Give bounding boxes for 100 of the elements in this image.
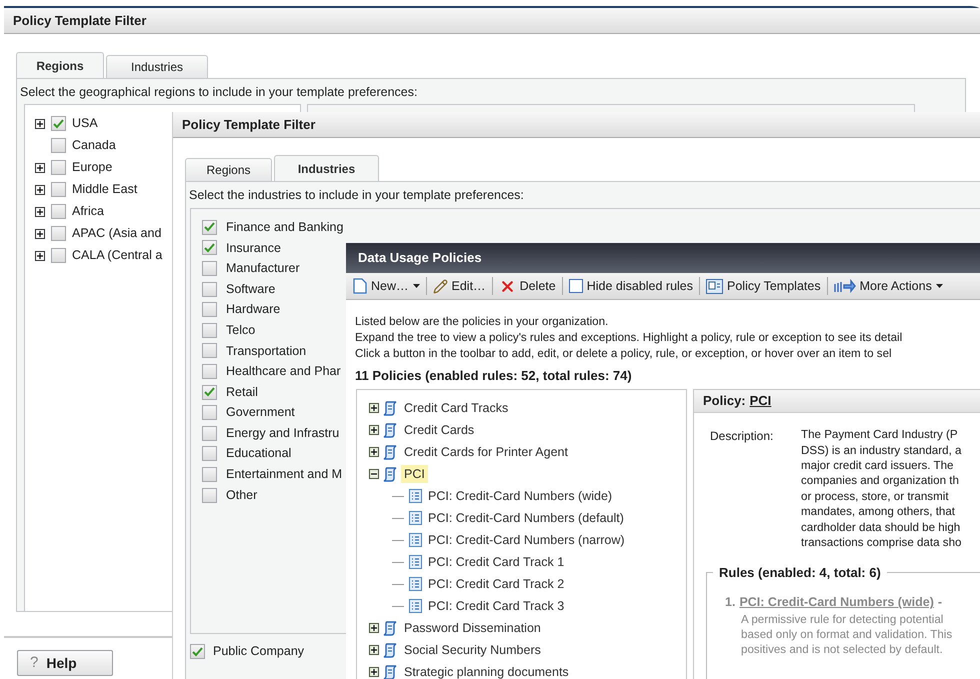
- description-text: The Payment Card Industry (P: [801, 427, 959, 443]
- rule-item[interactable]: PCI: Credit Card Track 1: [427, 552, 566, 572]
- expand-icon[interactable]: [369, 667, 379, 677]
- checkbox[interactable]: [51, 248, 66, 264]
- scroll-icon: [382, 466, 398, 482]
- checkbox[interactable]: [202, 302, 217, 318]
- policy-item[interactable]: Social Security Numbers: [401, 640, 544, 660]
- description-text: transactions comprise data sho: [801, 535, 962, 550]
- checkbox[interactable]: [51, 204, 66, 220]
- checkbox[interactable]: [202, 240, 217, 256]
- checkbox[interactable]: [202, 466, 217, 482]
- checkbox[interactable]: [202, 282, 217, 297]
- region-label: APAC (Asia and: [72, 225, 162, 242]
- policy-item[interactable]: Credit Card Tracks: [401, 398, 512, 418]
- panel-title: Policy:: [703, 392, 746, 410]
- rule-item[interactable]: PCI: Credit-Card Numbers (wide): [427, 486, 614, 506]
- rule-separator: -: [938, 594, 942, 612]
- description-text: companies and organization th: [801, 473, 960, 489]
- menu-button[interactable]: More Actions: [832, 276, 945, 296]
- region-label: CALA (Central a: [72, 247, 162, 264]
- expand-icon[interactable]: [369, 425, 379, 435]
- checkbox[interactable]: [202, 426, 217, 441]
- expand-icon[interactable]: [35, 118, 45, 129]
- window-title: Policy Template Filter: [13, 12, 146, 30]
- checkbox[interactable]: [202, 446, 217, 462]
- industry-label: Telco: [226, 322, 256, 339]
- list-icon: [409, 555, 422, 569]
- description-text: major credit card issuers. The: [801, 458, 954, 474]
- instruction-text: Select the geographical regions to include in your template preferences:: [19, 84, 418, 101]
- industry-label: Retail: [226, 384, 258, 401]
- public-company-label: Public Company: [213, 643, 304, 660]
- expand-icon[interactable]: [369, 645, 379, 655]
- policy-item[interactable]: Strategic planning documents: [401, 662, 572, 679]
- tab[interactable]: Industries: [106, 55, 208, 78]
- new-page-icon: [353, 278, 367, 294]
- region-label: Europe: [72, 159, 112, 176]
- scroll-icon: [382, 664, 398, 679]
- checkbox-label: Hide disabled rules: [586, 278, 694, 295]
- checkbox[interactable]: [51, 160, 66, 176]
- tab[interactable]: Regions: [16, 52, 104, 79]
- intro-text: Expand the tree to view a policy's rules and exceptions. Highlight a policy, rule or exception to see its detail: [355, 330, 904, 346]
- rule-item[interactable]: PCI: Credit Card Track 2: [427, 574, 566, 594]
- checkbox[interactable]: [202, 220, 217, 235]
- policy-item[interactable]: PCI: [401, 464, 428, 484]
- policy-item[interactable]: Credit Cards: [401, 420, 478, 440]
- tab[interactable]: Industries: [274, 154, 379, 182]
- list-icon: [409, 577, 422, 591]
- industry-label: Insurance: [226, 240, 281, 257]
- toolbar-button[interactable]: Edit…: [430, 276, 488, 296]
- list-icon: [409, 489, 422, 503]
- expand-icon[interactable]: [369, 403, 379, 413]
- checkbox[interactable]: [202, 261, 217, 276]
- expand-icon[interactable]: [35, 184, 45, 195]
- checkbox[interactable]: [51, 138, 66, 154]
- expand-icon[interactable]: [369, 623, 379, 633]
- checkbox[interactable]: [51, 116, 66, 132]
- expand-icon[interactable]: [35, 228, 45, 239]
- checkbox[interactable]: [202, 322, 217, 338]
- expand-icon[interactable]: [35, 206, 45, 217]
- scroll-icon: [382, 620, 398, 636]
- scroll-icon: [382, 400, 398, 416]
- industry-label: Hardware: [226, 301, 280, 318]
- checkbox[interactable]: [202, 384, 217, 400]
- description-text: cardholder data should be high: [801, 520, 962, 535]
- menu-button[interactable]: New…: [351, 276, 422, 296]
- expand-icon[interactable]: [369, 447, 379, 457]
- expand-icon[interactable]: [35, 162, 45, 173]
- pencil-icon: [432, 278, 448, 294]
- checkbox[interactable]: [202, 405, 217, 420]
- industry-label: Manufacturer: [226, 260, 300, 278]
- description-text: DSS) is an industry standard, a: [801, 442, 962, 458]
- caret-icon: [936, 284, 943, 288]
- checkbox[interactable]: [568, 279, 583, 293]
- description-label: Description:: [710, 428, 774, 446]
- checkbox[interactable]: [51, 182, 66, 198]
- toolbar-button[interactable]: Delete: [496, 276, 558, 296]
- region-label: USA: [72, 115, 98, 132]
- industry-label: Transportation: [226, 342, 306, 360]
- policy-link[interactable]: PCI: [750, 391, 772, 411]
- policy-item[interactable]: Password Dissemination: [401, 618, 544, 638]
- industry-label: Government: [226, 404, 295, 422]
- help-button[interactable]: ? Help: [17, 650, 113, 676]
- expand-icon[interactable]: [35, 250, 45, 261]
- checkbox[interactable]: [190, 644, 205, 660]
- checkbox[interactable]: [202, 343, 217, 358]
- rule-item[interactable]: PCI: Credit-Card Numbers (default): [427, 508, 625, 528]
- policy-item[interactable]: Credit Cards for Printer Agent: [401, 442, 571, 462]
- industry-label: Healthcare and Phar: [226, 363, 341, 380]
- checkbox[interactable]: [202, 488, 217, 503]
- tab[interactable]: Regions: [185, 158, 272, 181]
- rule-item[interactable]: PCI: Credit Card Track 3: [427, 596, 566, 616]
- toolbar-button[interactable]: Policy Templates: [704, 276, 823, 296]
- checkbox[interactable]: [51, 226, 66, 242]
- industry-label: Educational: [226, 445, 292, 462]
- checkbox[interactable]: [202, 364, 217, 379]
- rule-item[interactable]: PCI: Credit-Card Numbers (narrow): [427, 530, 626, 550]
- collapse-icon[interactable]: [369, 469, 379, 479]
- window-title: Policy Template Filter: [182, 116, 316, 134]
- caret-icon: [412, 284, 420, 288]
- description-text: or process, store, or transmit: [801, 488, 950, 504]
